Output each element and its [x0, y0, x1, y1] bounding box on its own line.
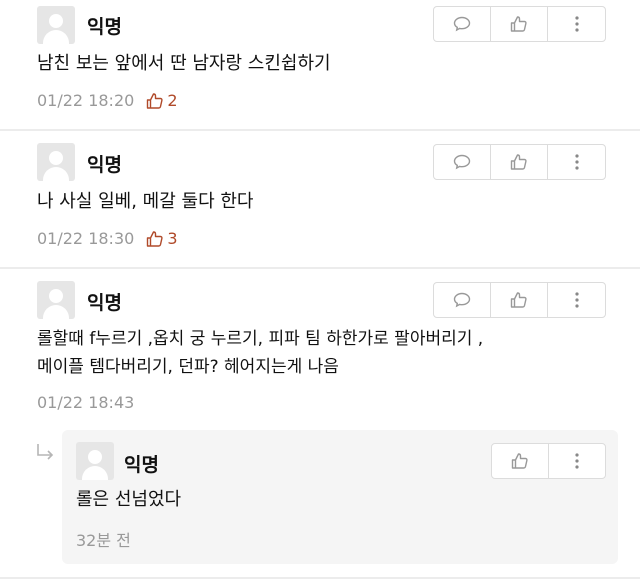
reply-author: 익명 [124, 454, 159, 476]
comment-time: 01/22 18:30 [37, 229, 135, 248]
comment-time: 01/22 18:20 [37, 91, 135, 110]
comment-text: 남친 보는 앞에서 딴 남자랑 스킨쉽하기 [37, 53, 331, 74]
vertical-dots-icon [575, 453, 579, 469]
comment-item: 익명 나 사실 일베, 메갈 둘다 한다 01/22 18:30 3 [0, 131, 640, 268]
divider [0, 577, 640, 579]
more-options-button[interactable] [549, 444, 606, 478]
more-options-button[interactable] [548, 283, 605, 317]
reply-item: 익명 롤은 선넘었다 32분 전 [62, 430, 618, 564]
comment-meta: 01/22 18:43 [37, 393, 134, 412]
reply-arrow-icon [36, 443, 56, 465]
like-count: 3 [146, 229, 178, 248]
thumbs-up-icon [147, 230, 163, 247]
speech-bubble-icon [453, 16, 471, 32]
reply-meta: 32분 전 [76, 527, 131, 551]
avatar [76, 442, 114, 480]
more-options-button[interactable] [548, 145, 605, 179]
comment-author: 익명 [87, 292, 122, 314]
comment-time: 01/22 18:43 [37, 393, 135, 412]
speech-bubble-icon [453, 292, 471, 308]
comment-actions [433, 6, 606, 42]
like-button[interactable] [491, 7, 548, 41]
avatar [37, 6, 75, 44]
more-options-button[interactable] [548, 7, 605, 41]
comment-actions [433, 144, 606, 180]
comment-item: 익명 남친 보는 앞에서 딴 남자랑 스킨쉽하기 01/22 18:20 2 [0, 0, 640, 130]
reply-button[interactable] [434, 7, 491, 41]
vertical-dots-icon [574, 292, 579, 308]
like-button[interactable] [492, 444, 549, 478]
comment-author: 익명 [87, 16, 122, 38]
comment-text-line-1: 롤할때 f누르기 ,옵치 궁 누르기, 피파 팀 하한가로 팔아버리기 , [37, 329, 484, 349]
comment-actions [433, 282, 606, 318]
comment-text: 나 사실 일베, 메갈 둘다 한다 [37, 191, 254, 212]
speech-bubble-icon [453, 154, 471, 170]
reply-button[interactable] [434, 283, 491, 317]
thumbs-up-icon [510, 154, 527, 170]
reply-actions [491, 443, 606, 479]
comment-meta: 01/22 18:30 3 [37, 229, 178, 248]
thumbs-up-icon [511, 453, 528, 469]
reply-time: 32분 전 [76, 531, 131, 550]
reply-text: 롤은 선넘었다 [76, 489, 182, 510]
comment-author: 익명 [87, 154, 122, 176]
like-button[interactable] [491, 283, 548, 317]
avatar [37, 143, 75, 181]
vertical-dots-icon [574, 154, 579, 170]
like-button[interactable] [491, 145, 548, 179]
thumbs-up-icon [510, 292, 527, 308]
comment-text-line-2: 메이플 템다버리기, 던파? 헤어지는게 나음 [37, 357, 339, 377]
vertical-dots-icon [574, 16, 579, 32]
reply-button[interactable] [434, 145, 491, 179]
comment-item: 익명 롤할때 f누르기 ,옵치 궁 누르기, 피파 팀 하한가로 팔아버리기 ,… [0, 269, 640, 429]
like-count: 2 [146, 91, 178, 110]
thumbs-up-icon [147, 92, 163, 109]
thumbs-up-icon [510, 16, 527, 32]
avatar [37, 281, 75, 319]
comment-meta: 01/22 18:20 2 [37, 91, 178, 110]
